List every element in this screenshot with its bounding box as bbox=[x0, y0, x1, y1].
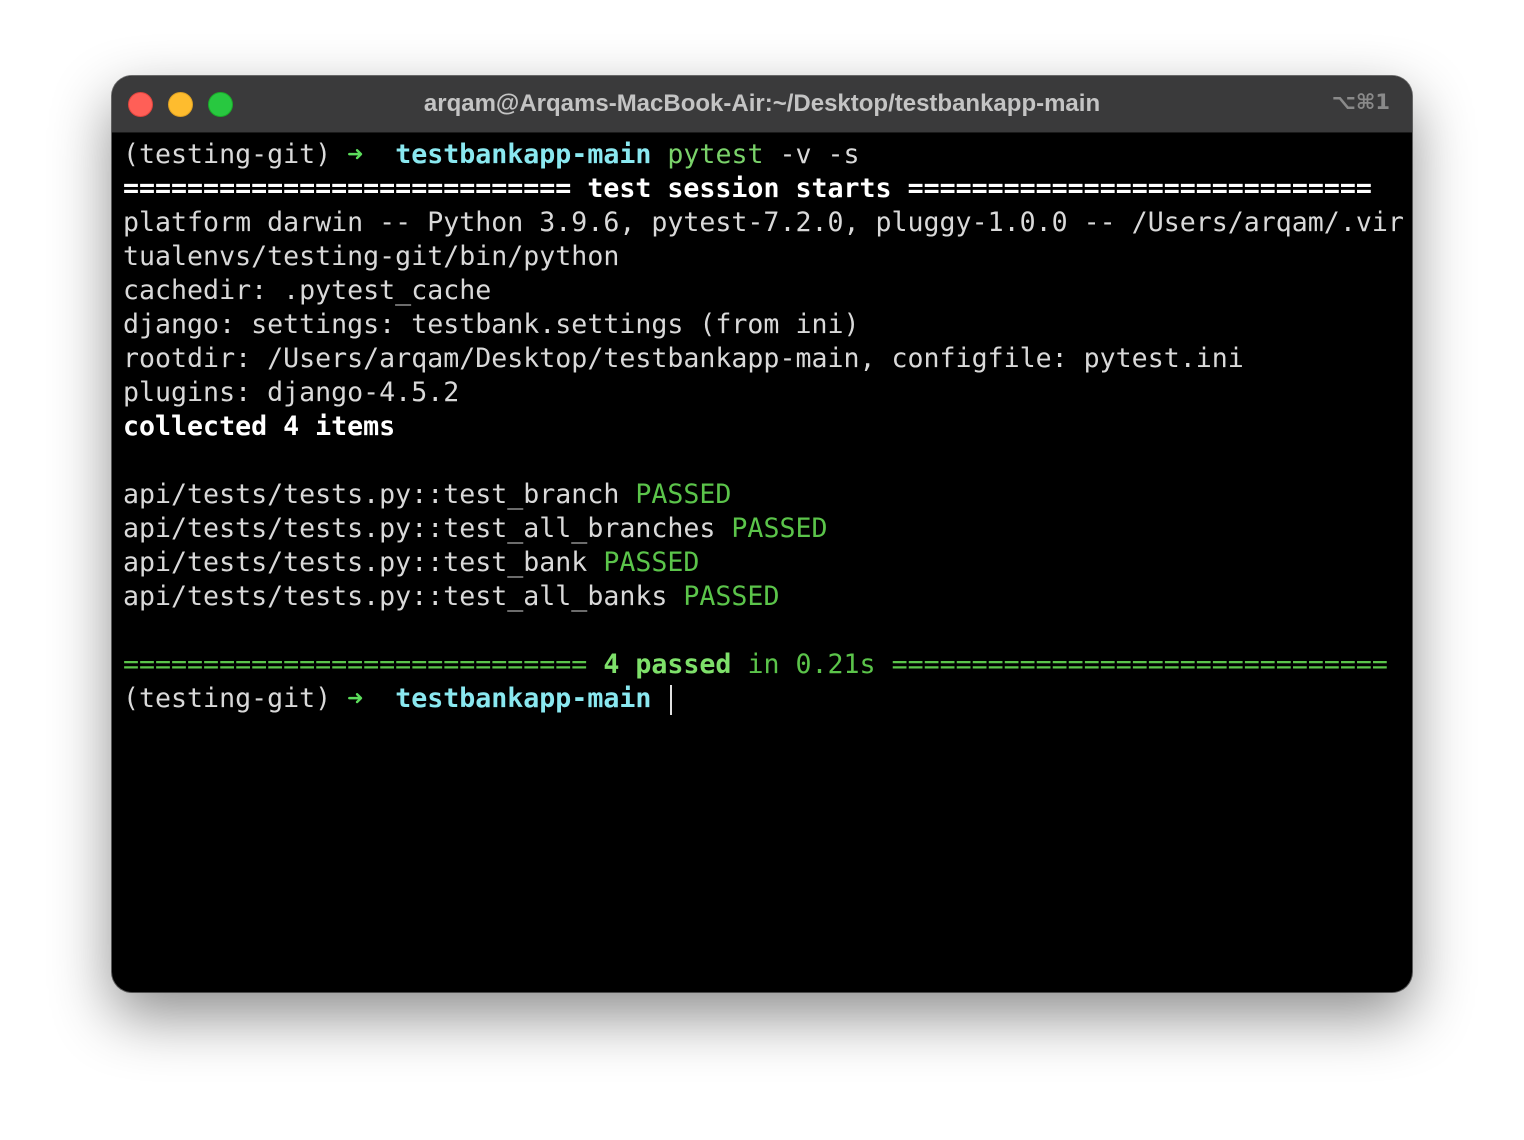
test-name: api/tests/tests.py::test_bank bbox=[123, 547, 588, 578]
prompt-arrow-icon: ➜ bbox=[347, 683, 364, 714]
test-result-row: api/tests/tests.py::test_branch PASSED bbox=[123, 478, 1405, 512]
session-separator-right: ============================= bbox=[907, 173, 1372, 204]
session-separator-left: ============================ bbox=[123, 173, 572, 204]
prompt-env: (testing-git) bbox=[123, 683, 332, 714]
terminal-window: arqam@Arqams-MacBook-Air:~/Desktop/testb… bbox=[112, 76, 1412, 992]
session-header: ============================ test sessio… bbox=[123, 172, 1405, 206]
title-bar[interactable]: arqam@Arqams-MacBook-Air:~/Desktop/testb… bbox=[112, 76, 1412, 133]
platform-line-2: tualenvs/testing-git/bin/python bbox=[123, 241, 620, 272]
django-line: django: settings: testbank.settings (fro… bbox=[123, 309, 860, 340]
test-status: PASSED bbox=[731, 513, 828, 544]
platform-line-1: platform darwin -- Python 3.9.6, pytest-… bbox=[123, 207, 1404, 238]
plugins-line: plugins: django-4.5.2 bbox=[123, 377, 460, 408]
prompt-directory: testbankapp-main bbox=[395, 683, 652, 714]
summary-separator-left: ============================= bbox=[123, 649, 588, 680]
test-status: PASSED bbox=[603, 547, 700, 578]
test-status: PASSED bbox=[635, 479, 732, 510]
prompt-line: (testing-git) ➜ testbankapp-main bbox=[123, 682, 1405, 716]
command-args: -v -s bbox=[779, 139, 860, 170]
test-result-row: api/tests/tests.py::test_all_banks PASSE… bbox=[123, 580, 1405, 614]
summary-passed-count: 4 passed bbox=[603, 649, 732, 680]
terminal-output[interactable]: (testing-git) ➜ testbankapp-main pytest … bbox=[123, 138, 1405, 716]
prompt-arrow-icon: ➜ bbox=[347, 139, 364, 170]
test-status: PASSED bbox=[683, 581, 780, 612]
test-name: api/tests/tests.py::test_all_branches bbox=[123, 513, 716, 544]
summary-line: ============================= 4 passed i… bbox=[123, 648, 1405, 682]
summary-separator-right: =============================== bbox=[891, 649, 1388, 680]
collected-line: collected 4 items bbox=[123, 411, 396, 442]
test-result-row: api/tests/tests.py::test_bank PASSED bbox=[123, 546, 1405, 580]
test-name: api/tests/tests.py::test_branch bbox=[123, 479, 620, 510]
session-label: test session starts bbox=[587, 173, 892, 204]
test-name: api/tests/tests.py::test_all_banks bbox=[123, 581, 668, 612]
text-cursor bbox=[670, 684, 673, 715]
prompt-directory: testbankapp-main bbox=[395, 139, 652, 170]
cachedir-line: cachedir: .pytest_cache bbox=[123, 275, 492, 306]
window-title: arqam@Arqams-MacBook-Air:~/Desktop/testb… bbox=[423, 90, 1101, 117]
prompt-env: (testing-git) bbox=[123, 139, 332, 170]
command-name: pytest bbox=[667, 139, 764, 170]
test-result-row: api/tests/tests.py::test_all_branches PA… bbox=[123, 512, 1405, 546]
prompt-line: (testing-git) ➜ testbankapp-main pytest … bbox=[123, 138, 1405, 172]
summary-time: in 0.21s bbox=[747, 649, 876, 680]
rootdir-line: rootdir: /Users/arqam/Desktop/testbankap… bbox=[123, 343, 1244, 374]
tab-shortcut-label: ⌥⌘1 bbox=[1331, 90, 1390, 114]
